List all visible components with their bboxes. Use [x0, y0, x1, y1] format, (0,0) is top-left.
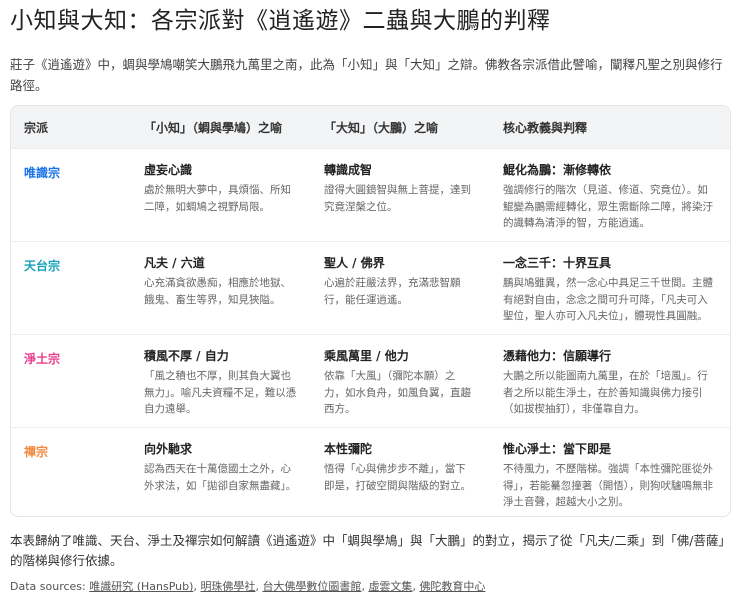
- table-row: 禪宗 向外馳求認為西天在十萬億國土之外，心外求法，如「拋卻自家無盡藏」。 本性彌…: [11, 427, 730, 516]
- comparison-table: 宗派 「小知」（蜩與學鳩）之喻 「大知」（大鵬）之喻 核心教義與判釋 唯識宗 虛…: [11, 106, 730, 516]
- big-cell: 聖人 / 佛界心遍於莊嚴法界，充滿悲智願行，能任運逍遙。: [311, 241, 490, 335]
- school-name: 禪宗: [24, 445, 49, 459]
- header-core: 核心教義與判釋: [490, 106, 730, 149]
- core-title: 惟心淨土：當下即是: [503, 442, 612, 456]
- small-cell: 凡夫 / 六道心充滿貪欲愚痴，相應於地獄、餓鬼、畜生等界，知見狹隘。: [131, 241, 311, 335]
- core-title: 鯤化為鵬：漸修轉依: [503, 163, 612, 177]
- school-cell: 淨土宗: [11, 334, 131, 428]
- school-cell: 唯識宗: [11, 148, 131, 242]
- big-title: 轉識成智: [324, 163, 373, 177]
- source-link[interactable]: 明珠佛學社: [200, 580, 255, 593]
- intro-text: 莊子《逍遙遊》中，蜩與學鳩嘲笑大鵬飛九萬里之南，此為「小知」與「大知」之辯。佛教…: [10, 57, 723, 93]
- table-row: 天台宗 凡夫 / 六道心充滿貪欲愚痴，相應於地獄、餓鬼、畜生等界，知見狹隘。 聖…: [11, 241, 730, 335]
- table-row: 淨土宗 積風不厚 / 自力「風之積也不厚，則其負大翼也無力」。喻凡夫資糧不足，難…: [11, 334, 730, 428]
- small-desc: 處於無明大夢中，具煩惱、所知二障，如蜩鳩之視野局限。: [144, 184, 291, 213]
- core-desc: 強調修行的階次（見道、修道、究竟位）。如鯤變為鵬需經轉化，眾生需斷除二障，將染汙…: [503, 184, 713, 229]
- big-title: 聖人 / 佛界: [324, 256, 385, 270]
- header-school: 宗派: [11, 106, 131, 149]
- core-desc: 不待風力，不歷階梯。強調「本性彌陀匪從外得」，若能驀忽撞著（開悟），則狗吠驢鳴無…: [503, 463, 713, 508]
- source-link[interactable]: 唯識研究 (HansPub): [89, 580, 193, 593]
- sources-label: Data sources:: [10, 580, 86, 593]
- small-cell: 虛妄心識處於無明大夢中，具煩惱、所知二障，如蜩鳩之視野局限。: [131, 148, 311, 242]
- comparison-table-card: 宗派 「小知」（蜩與學鳩）之喻 「大知」（大鵬）之喻 核心教義與判釋 唯識宗 虛…: [10, 105, 731, 517]
- data-sources: Data sources: 唯識研究 (HansPub), 明珠佛學社, 台大佛…: [10, 580, 486, 593]
- school-cell: 天台宗: [11, 241, 131, 335]
- big-cell: 乘風萬里 / 他力依靠「大風」（彌陀本願）之力，如水負舟，如風負翼，直趨西方。: [311, 334, 490, 428]
- core-cell: 惟心淨土：當下即是不待風力，不歷階梯。強調「本性彌陀匪從外得」，若能驀忽撞著（開…: [490, 427, 730, 516]
- big-cell: 轉識成智證得大圓鏡智與無上菩提，達到究竟涅槃之位。: [311, 148, 490, 242]
- page-title: 小知與大知：各宗派對《逍遙遊》二蟲與大鵬的判釋: [10, 8, 551, 34]
- core-cell: 憑藉他力：信願導行大鵬之所以能圖南九萬里，在於「培風」。行者之所以能生淨土，在於…: [490, 334, 730, 428]
- small-desc: 「風之積也不厚，則其負大翼也無力」。喻凡夫資糧不足，難以憑自力遠舉。: [144, 370, 297, 415]
- source-link[interactable]: 台大佛學數位圖書館: [262, 580, 361, 593]
- core-title: 憑藉他力：信願導行: [503, 349, 612, 363]
- school-name: 唯識宗: [24, 166, 61, 180]
- summary-text: 本表歸納了唯識、天台、淨土及禪宗如何解讀《逍遙遊》中「蜩與學鳩」與「大鵬」的對立…: [10, 533, 725, 568]
- school-name: 天台宗: [24, 259, 61, 273]
- small-cell: 向外馳求認為西天在十萬億國土之外，心外求法，如「拋卻自家無盡藏」。: [131, 427, 311, 516]
- small-title: 向外馳求: [144, 442, 193, 456]
- big-title: 乘風萬里 / 他力: [324, 349, 409, 363]
- header-big: 「大知」（大鵬）之喻: [311, 106, 490, 149]
- core-desc: 鵬與鳩雖異，然一念心中具足三千世間。主體有絕對自由，念念之間可升可降，「凡夫可入…: [503, 277, 713, 322]
- big-desc: 依靠「大風」（彌陀本願）之力，如水負舟，如風負翼，直趨西方。: [324, 370, 471, 415]
- small-cell: 積風不厚 / 自力「風之積也不厚，則其負大翼也無力」。喻凡夫資糧不足，難以憑自力…: [131, 334, 311, 428]
- big-desc: 悟得「心與佛步步不離」，當下即是，打破空間與階級的對立。: [324, 463, 471, 492]
- big-title: 本性彌陀: [324, 442, 373, 456]
- big-cell: 本性彌陀悟得「心與佛步步不離」，當下即是，打破空間與階級的對立。: [311, 427, 490, 516]
- big-desc: 證得大圓鏡智與無上菩提，達到究竟涅槃之位。: [324, 184, 471, 213]
- school-name: 淨土宗: [24, 352, 61, 366]
- header-small: 「小知」（蜩與學鳩）之喻: [131, 106, 311, 149]
- table-row: 唯識宗 虛妄心識處於無明大夢中，具煩惱、所知二障，如蜩鳩之視野局限。 轉識成智證…: [11, 148, 730, 242]
- table-header-row: 宗派 「小知」（蜩與學鳩）之喻 「大知」（大鵬）之喻 核心教義與判釋: [11, 106, 730, 149]
- core-title: 一念三千：十界互具: [503, 256, 612, 270]
- core-cell: 一念三千：十界互具鵬與鳩雖異，然一念心中具足三千世間。主體有絕對自由，念念之間可…: [490, 241, 730, 335]
- school-cell: 禪宗: [11, 427, 131, 516]
- small-desc: 心充滿貪欲愚痴，相應於地獄、餓鬼、畜生等界，知見狹隘。: [144, 277, 291, 306]
- small-desc: 認為西天在十萬億國土之外，心外求法，如「拋卻自家無盡藏」。: [144, 463, 297, 492]
- source-link[interactable]: 虛雲文集: [368, 580, 412, 593]
- small-title: 虛妄心識: [144, 163, 193, 177]
- small-title: 凡夫 / 六道: [144, 256, 205, 270]
- core-desc: 大鵬之所以能圖南九萬里，在於「培風」。行者之所以能生淨土，在於善知識與佛力接引（…: [503, 370, 708, 415]
- source-link[interactable]: 佛陀教育中心: [419, 580, 485, 593]
- big-desc: 心遍於莊嚴法界，充滿悲智願行，能任運逍遙。: [324, 277, 461, 306]
- small-title: 積風不厚 / 自力: [144, 349, 229, 363]
- core-cell: 鯤化為鵬：漸修轉依強調修行的階次（見道、修道、究竟位）。如鯤變為鵬需經轉化，眾生…: [490, 148, 730, 242]
